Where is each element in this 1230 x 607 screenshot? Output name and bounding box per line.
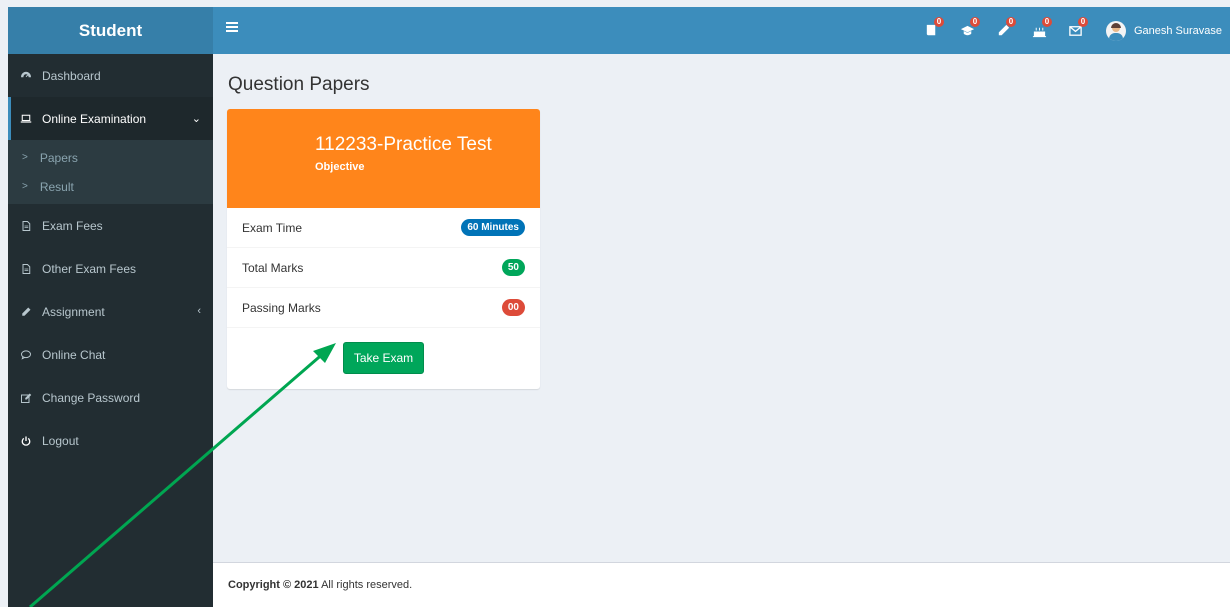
app-frame: Student 0 0 0 0 0 Ganesh Suravase Dashbo…: [8, 7, 1230, 607]
sidebar-item-assignment[interactable]: Assignment ‹: [8, 290, 213, 333]
user-menu[interactable]: Ganesh Suravase: [1094, 7, 1230, 54]
file-icon: [19, 219, 33, 233]
file-icon: [19, 262, 33, 276]
paper-title: 112233-Practice Test: [315, 134, 492, 155]
top-navbar: 0 0 0 0 0 Ganesh Suravase: [213, 7, 1230, 54]
notification-badge: 0: [1005, 17, 1016, 27]
user-name: Ganesh Suravase: [1133, 24, 1222, 37]
sidebar-item-online-examination[interactable]: Online Examination ⌄: [8, 97, 213, 140]
chevron-left-icon: ‹: [197, 305, 201, 317]
row-label: Exam Time: [242, 220, 303, 235]
power-icon: [19, 434, 33, 448]
card-header: 112233-Practice Test Objective: [227, 109, 540, 208]
footer: Copyright © 2021 All rights reserved.: [213, 562, 1230, 607]
main-content: Question Papers 112233-Practice Test Obj…: [213, 54, 1230, 562]
cake-icon[interactable]: 0: [1022, 7, 1058, 54]
laptop-icon: [19, 112, 33, 126]
sidebar-item-papers[interactable]: > Papers: [8, 143, 213, 172]
sidebar-item-online-chat[interactable]: Online Chat: [8, 333, 213, 376]
chevron-right-icon: >: [22, 152, 28, 163]
graduation-cap-icon[interactable]: 0: [950, 7, 986, 54]
dashboard-icon: [19, 69, 33, 83]
sidebar-item-label: Dashboard: [42, 68, 101, 83]
copyright-text: Copyright © 2021: [228, 579, 319, 591]
sidebar-item-dashboard[interactable]: Dashboard: [8, 54, 213, 97]
notification-badge: 0: [1041, 17, 1052, 27]
book-icon[interactable]: 0: [914, 7, 950, 54]
take-exam-button[interactable]: Take Exam: [342, 342, 425, 374]
total-marks-badge: 50: [501, 259, 525, 276]
row-label: Passing Marks: [242, 300, 321, 315]
sidebar-item-change-password[interactable]: Change Password: [8, 376, 213, 419]
sidebar-item-logout[interactable]: Logout: [8, 419, 213, 462]
sidebar-item-label: Papers: [39, 150, 78, 165]
exam-time-badge: 60 Minutes: [461, 219, 525, 236]
chevron-down-icon: ⌄: [191, 113, 201, 125]
sidebar-item-other-exam-fees[interactable]: Other Exam Fees: [8, 247, 213, 290]
sidebar-item-label: Assignment: [42, 304, 105, 319]
online-examination-submenu: > Papers > Result: [8, 140, 213, 204]
menu-toggle-icon[interactable]: [226, 22, 238, 34]
notification-badge: 0: [969, 17, 980, 27]
envelope-icon[interactable]: 0: [1058, 7, 1094, 54]
passing-marks-row: Passing Marks 00: [227, 288, 540, 328]
question-paper-card: 112233-Practice Test Objective Exam Time…: [227, 109, 540, 389]
total-marks-row: Total Marks 50: [227, 248, 540, 288]
chat-bubble-icon: [19, 348, 33, 362]
page-title: Question Papers: [228, 74, 370, 95]
paper-type: Objective: [315, 161, 365, 173]
sidebar-item-result[interactable]: > Result: [8, 172, 213, 201]
pencil-icon: [19, 305, 33, 319]
edit-icon: [19, 391, 33, 405]
exam-time-row: Exam Time 60 Minutes: [227, 208, 540, 248]
sidebar-item-label: Change Password: [42, 390, 141, 405]
footer-rights: All rights reserved.: [318, 579, 413, 591]
sidebar-item-label: Online Chat: [42, 347, 106, 362]
passing-marks-badge: 00: [501, 299, 525, 316]
sidebar-item-label: Online Examination: [42, 111, 147, 126]
top-icon-group: 0 0 0 0 0 Ganesh Suravase: [914, 7, 1230, 54]
notification-badge: 0: [933, 17, 944, 27]
pencil-icon[interactable]: 0: [986, 7, 1022, 54]
chevron-right-icon: >: [22, 181, 28, 192]
sidebar-item-label: Other Exam Fees: [42, 261, 137, 276]
row-label: Total Marks: [242, 260, 304, 275]
sidebar-item-label: Logout: [42, 433, 79, 448]
sidebar-item-label: Exam Fees: [42, 218, 103, 233]
sidebar-item-label: Result: [39, 179, 74, 194]
sidebar: Dashboard Online Examination ⌄ > Papers …: [8, 54, 213, 607]
avatar: [1105, 20, 1126, 41]
notification-badge: 0: [1077, 17, 1088, 27]
sidebar-item-exam-fees[interactable]: Exam Fees: [8, 204, 213, 247]
card-actions: Take Exam: [227, 328, 540, 388]
brand-logo[interactable]: Student: [8, 7, 213, 54]
